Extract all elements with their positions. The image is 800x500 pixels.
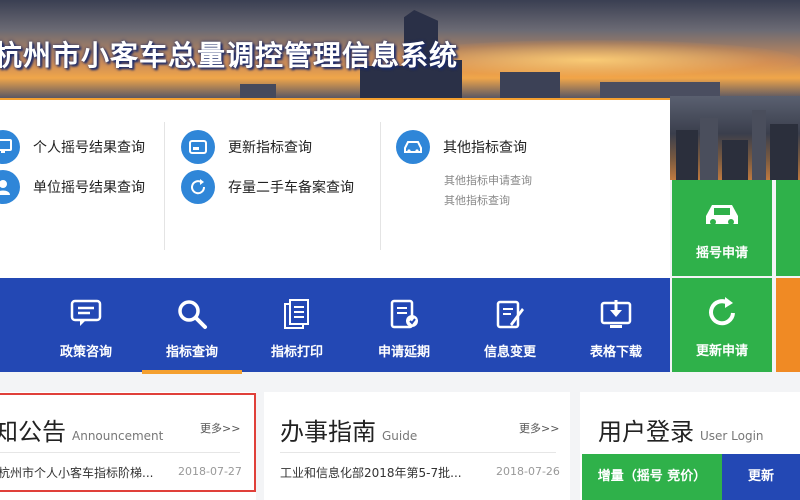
nav-index-query[interactable]: 指标查询 xyxy=(140,278,244,374)
nav-label: 信息变更 xyxy=(483,345,536,360)
query-label: 个人摇号结果查询 xyxy=(33,140,145,156)
query-unit-lottery[interactable]: 单位摇号结果查询 xyxy=(0,170,145,204)
tile-label: 摇号申请 xyxy=(695,246,748,261)
divider xyxy=(164,122,165,250)
login-tab-increment[interactable]: 增量（摇号 竞价） xyxy=(582,454,722,500)
guide-item[interactable]: 工业和信息化部2018年第5-7批... xyxy=(280,464,462,481)
user-icon xyxy=(0,170,20,204)
card-subtitle: Guide xyxy=(382,429,418,443)
monitor-icon xyxy=(0,130,20,164)
query-panel: 个人摇号结果查询 单位摇号结果查询 更新指标查询 存量二手车备案查询 其他指标查… xyxy=(0,98,670,278)
nav-label: 指标查询 xyxy=(165,345,218,360)
guide-card: 办事指南 Guide 更多>> 工业和信息化部2018年第5-7批... 2018… xyxy=(264,392,570,500)
download-icon xyxy=(600,300,632,328)
page: 杭州市小客车总量调控管理信息系统 个人摇号结果查询 单位摇号结果查询 更新指标查… xyxy=(0,0,800,500)
nav-policy-consult[interactable]: 政策咨询 xyxy=(34,278,138,372)
nav-label: 表格下载 xyxy=(589,345,642,360)
building xyxy=(500,72,560,100)
nav-label: 政策咨询 xyxy=(59,345,112,360)
tile-partial[interactable] xyxy=(776,180,800,276)
document-icon xyxy=(284,299,309,329)
login-tab-renew[interactable]: 更新 xyxy=(722,454,800,500)
form-edit-icon xyxy=(390,299,418,329)
tile-lottery-apply[interactable]: 摇号申请 xyxy=(672,180,772,276)
refresh-icon xyxy=(709,297,735,326)
edit-icon xyxy=(496,300,524,329)
header-banner: 杭州市小客车总量调控管理信息系统 xyxy=(0,0,800,100)
car-icon xyxy=(396,130,430,164)
tile-renew-apply[interactable]: 更新申请 xyxy=(672,278,772,372)
login-card: 用户登录 User Login 增量（摇号 竞价） 更新 xyxy=(580,392,800,500)
main-nav: 政策咨询 指标查询 指标打印 申请延期 信息变更 表格下载 xyxy=(0,278,670,374)
query-other-index-link[interactable]: 其他指标查询 xyxy=(444,192,510,208)
divider xyxy=(280,452,556,453)
query-label: 存量二手车备案查询 xyxy=(228,180,354,196)
guide-date: 2018-07-26 xyxy=(496,465,560,478)
more-link[interactable]: 更多>> xyxy=(519,420,559,436)
nav-form-download[interactable]: 表格下载 xyxy=(564,278,668,372)
query-label: 其他指标查询 xyxy=(443,140,527,156)
nav-apply-extension[interactable]: 申请延期 xyxy=(352,278,456,372)
query-label: 单位摇号结果查询 xyxy=(33,180,145,196)
card-subtitle: User Login xyxy=(700,429,764,443)
card-icon xyxy=(181,130,215,164)
search-icon xyxy=(178,300,207,329)
nav-info-change[interactable]: 信息变更 xyxy=(458,278,562,372)
site-title: 杭州市小客车总量调控管理信息系统 xyxy=(0,39,459,72)
tile-partial-orange[interactable] xyxy=(776,278,800,372)
city-image xyxy=(670,96,800,180)
chat-icon xyxy=(70,299,102,326)
tile-label: 更新申请 xyxy=(695,344,748,359)
car-icon xyxy=(706,205,738,225)
refresh-icon xyxy=(181,170,215,204)
query-other-index[interactable]: 其他指标查询 xyxy=(396,130,527,164)
card-title: 用户登录 User Login xyxy=(598,418,764,446)
query-other-apply-link[interactable]: 其他指标申请查询 xyxy=(444,172,532,188)
query-label: 更新指标查询 xyxy=(228,140,312,156)
highlight-box xyxy=(0,393,256,492)
query-personal-lottery[interactable]: 个人摇号结果查询 xyxy=(0,130,145,164)
query-used-car-filing[interactable]: 存量二手车备案查询 xyxy=(181,170,354,204)
query-renewal-index[interactable]: 更新指标查询 xyxy=(181,130,312,164)
nav-index-print[interactable]: 指标打印 xyxy=(245,278,349,372)
divider xyxy=(380,122,381,250)
nav-label: 申请延期 xyxy=(377,345,430,360)
card-title: 办事指南 Guide xyxy=(280,418,418,446)
nav-label: 指标打印 xyxy=(270,345,323,360)
